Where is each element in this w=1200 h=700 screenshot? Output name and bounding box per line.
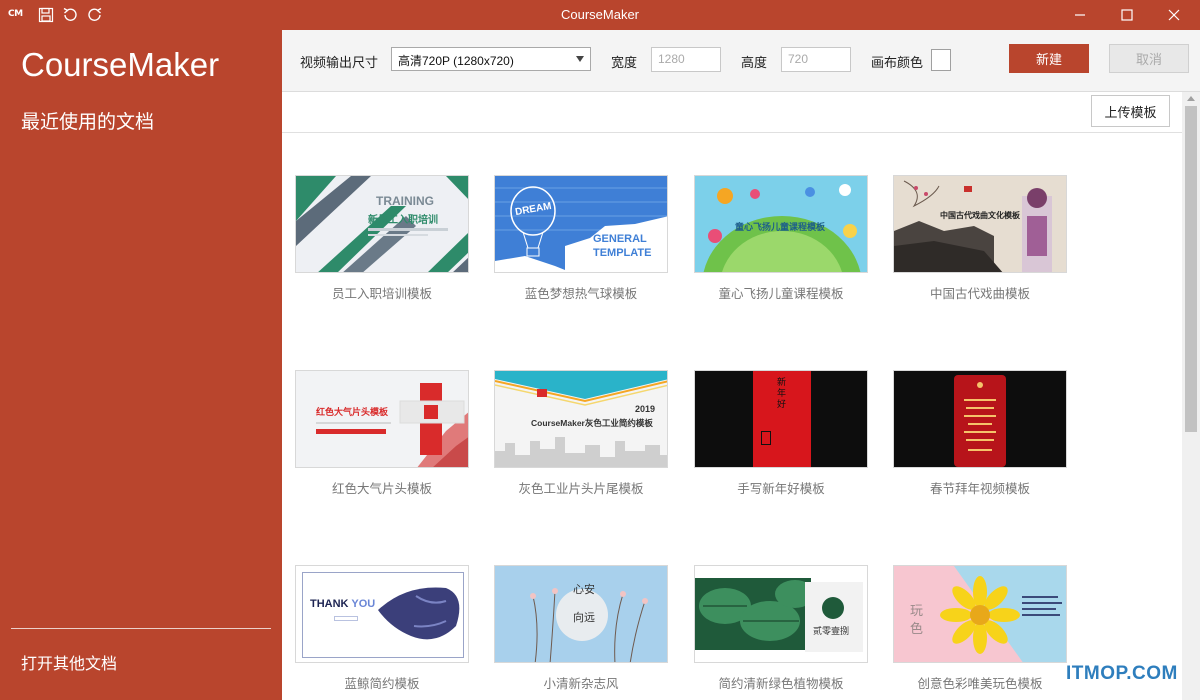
scrollbar-thumb[interactable]	[1185, 106, 1197, 432]
template-card[interactable]: 2019 CourseMaker灰色工业简约模板 灰色工业片头片尾模板	[494, 370, 668, 497]
template-card[interactable]: 新年好 手写新年好模板	[694, 370, 868, 497]
template-thumbnail[interactable]: THANK YOU	[295, 565, 469, 663]
template-thumbnail[interactable]: 2019 CourseMaker灰色工业简约模板	[494, 370, 668, 468]
template-thumbnail[interactable]: 新年好	[694, 370, 868, 468]
settings-toolbar: 视频输出尺寸 高清720P (1280x720) 宽度 1280 高度 720 …	[282, 30, 1200, 92]
watermark: ITMOP.COM	[1066, 663, 1178, 684]
thumb-text: 心安	[573, 584, 595, 596]
canvas-color-label: 画布颜色	[871, 56, 924, 71]
height-input[interactable]: 720	[781, 47, 851, 72]
template-thumbnail[interactable]: DREAM GENERAL TEMPLATE	[494, 175, 668, 273]
thumb-text: 红色大气片头模板	[316, 407, 389, 417]
minimize-button[interactable]	[1057, 0, 1103, 30]
template-card[interactable]: 玩 色 创意色彩唯美玩色模板	[893, 565, 1067, 692]
app-logo: CM	[8, 9, 23, 19]
sidebar: CourseMaker 最近使用的文档 打开其他文档	[0, 30, 282, 700]
thumb-text: GENERAL	[593, 233, 647, 245]
new-button[interactable]: 新建	[1009, 44, 1089, 73]
template-thumbnail[interactable]: 贰零壹捌	[694, 565, 868, 663]
template-name: 小清新杂志风	[543, 676, 619, 691]
chevron-down-icon	[576, 56, 584, 62]
thumb-text: 玩	[910, 603, 924, 618]
template-name: 春节拜年视频模板	[929, 481, 1030, 496]
template-thumbnail[interactable]: 心安 向远	[494, 565, 668, 663]
thumb-text: 2019	[635, 404, 656, 414]
template-name: 简约清新绿色植物模板	[718, 676, 844, 691]
output-size-value: 高清720P (1280x720)	[398, 54, 514, 68]
recent-docs-heading: 最近使用的文档	[21, 111, 155, 133]
gallery-divider	[282, 132, 1182, 133]
thumb-text: TEMPLATE	[593, 247, 652, 259]
thumb-text: 向远	[573, 612, 595, 624]
thumb-text: CourseMaker灰色工业简约模板	[531, 418, 653, 428]
template-thumbnail[interactable]: 中国古代戏曲文化模板	[893, 175, 1067, 273]
thumb-text: 童心飞扬儿童课程模板	[735, 222, 826, 232]
upload-template-button[interactable]: 上传模板	[1091, 95, 1170, 127]
width-label: 宽度	[611, 56, 638, 71]
template-card[interactable]: DREAM GENERAL TEMPLATE 蓝色梦想热气球模板	[494, 175, 668, 302]
template-card[interactable]: 中国古代戏曲文化模板 中国古代戏曲模板	[893, 175, 1067, 302]
app-name: CourseMaker	[21, 46, 220, 83]
template-name: 童心飞扬儿童课程模板	[718, 286, 844, 301]
open-other-docs-link[interactable]: 打开其他文档	[21, 650, 117, 674]
template-name: 灰色工业片头片尾模板	[518, 481, 644, 496]
output-size-select[interactable]: 高清720P (1280x720)	[391, 47, 591, 71]
template-thumbnail[interactable]: 玩 色	[893, 565, 1067, 663]
thumb-text: THANK	[310, 598, 349, 610]
thumb-text: 新员工入职培训	[368, 215, 438, 226]
template-card[interactable]: 红色大气片头模板 红色大气片头模板	[295, 370, 469, 497]
template-name: 蓝色梦想热气球模板	[524, 286, 638, 301]
save-icon[interactable]	[36, 5, 56, 25]
template-name: 员工入职培训模板	[331, 286, 432, 301]
maximize-button[interactable]	[1104, 0, 1150, 30]
template-gallery: 上传模板 TRAINING 新员工入职培训 员工入职培训模板 DREAM GEN…	[282, 92, 1182, 700]
template-thumbnail[interactable]: TRAINING 新员工入职培训	[295, 175, 469, 273]
window-title: CourseMaker	[560, 7, 640, 22]
redo-icon[interactable]	[85, 5, 105, 25]
thumb-text: 新年好	[777, 377, 787, 409]
output-size-label: 视频输出尺寸	[300, 56, 379, 71]
sidebar-divider	[11, 628, 271, 629]
gallery-scrollbar[interactable]	[1182, 92, 1200, 700]
canvas-color-picker[interactable]	[931, 49, 951, 71]
thumb-text: TRAINING	[376, 194, 434, 208]
width-input[interactable]: 1280	[651, 47, 721, 72]
scroll-up-icon[interactable]	[1187, 96, 1195, 101]
template-thumbnail[interactable]: 童心飞扬儿童课程模板	[694, 175, 868, 273]
template-name: 创意色彩唯美玩色模板	[917, 676, 1043, 691]
template-name: 手写新年好模板	[737, 481, 825, 496]
template-name: 蓝鲸简约模板	[344, 676, 420, 691]
template-card[interactable]: TRAINING 新员工入职培训 员工入职培训模板	[295, 175, 469, 302]
template-card[interactable]: 春节拜年视频模板	[893, 370, 1067, 497]
template-name: 红色大气片头模板	[331, 481, 432, 496]
template-card[interactable]: 童心飞扬儿童课程模板 童心飞扬儿童课程模板	[694, 175, 868, 302]
close-button[interactable]	[1151, 0, 1197, 30]
template-thumbnail[interactable]	[893, 370, 1067, 468]
thumb-text: 色	[910, 621, 924, 636]
template-thumbnail[interactable]: 红色大气片头模板	[295, 370, 469, 468]
thumb-text: 中国古代戏曲文化模板	[940, 211, 1020, 220]
template-name: 中国古代戏曲模板	[929, 286, 1030, 301]
template-card[interactable]: 贰零壹捌 简约清新绿色植物模板	[694, 565, 868, 692]
cancel-button[interactable]: 取消	[1109, 44, 1189, 73]
height-label: 高度	[741, 56, 768, 71]
template-card[interactable]: 心安 向远 小清新杂志风	[494, 565, 668, 692]
title-bar: CM CourseMaker	[0, 0, 1200, 30]
undo-icon[interactable]	[60, 5, 80, 25]
thumb-text: YOU	[351, 598, 376, 610]
thumb-text: 贰零壹捌	[813, 626, 850, 636]
template-card[interactable]: THANK YOU 蓝鲸简约模板	[295, 565, 469, 692]
